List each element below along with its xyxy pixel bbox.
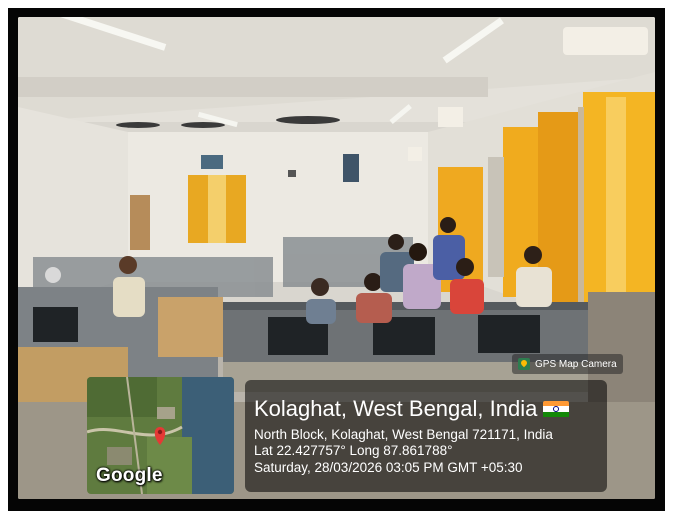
location-title-text: Kolaghat, West Bengal, India — [254, 396, 538, 421]
datetime-line: Saturday, 28/03/2026 03:05 PM GMT +05:30 — [254, 460, 523, 475]
location-title: Kolaghat, West Bengal, India — [254, 396, 570, 422]
gps-map-camera-icon — [518, 358, 530, 370]
india-flag-icon — [543, 400, 570, 418]
coordinates-line: Lat 22.427757° Long 87.861788° — [254, 443, 453, 458]
address-line: North Block, Kolaghat, West Bengal 72117… — [254, 427, 553, 442]
camera-app-label: GPS Map Camera — [535, 358, 617, 370]
gps-camera-badge: GPS Map Camera — [512, 354, 623, 374]
map-provider-label: Google — [96, 465, 163, 486]
